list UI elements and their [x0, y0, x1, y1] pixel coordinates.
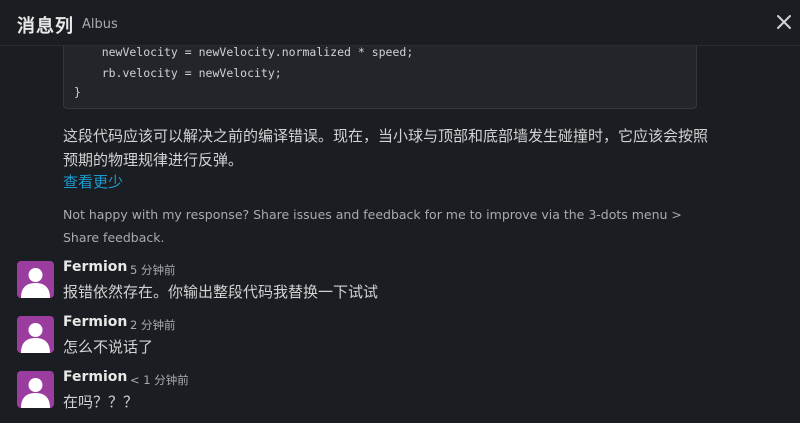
message-item: Fermion < 1 分钟前 在吗？？？ — [0, 369, 800, 423]
reply-text: 这段代码应该可以解决之前的编译错误。现在，当小球与顶部和底部墙发生碰撞时，它应该… — [63, 127, 709, 169]
message-item: Fermion 2 分钟前 怎么不说话了 — [0, 314, 800, 368]
message-thread-panel: newVelocity = newVelocity.normalized * s… — [0, 0, 800, 423]
close-button[interactable] — [774, 12, 794, 32]
user-avatar-icon — [21, 268, 50, 298]
message-author[interactable]: Fermion — [63, 314, 127, 330]
user-avatar-icon — [21, 323, 50, 353]
avatar[interactable] — [17, 316, 54, 353]
message-text: 怎么不说话了 — [63, 338, 154, 356]
message-author[interactable]: Fermion — [63, 369, 127, 385]
message-timestamp[interactable]: 5 分钟前 — [130, 262, 175, 278]
close-icon — [777, 15, 791, 29]
feedback-note: Not happy with my response? Share issues… — [63, 207, 682, 245]
message-author[interactable]: Fermion — [63, 259, 127, 275]
message-text: 在吗？？？ — [63, 393, 139, 411]
header-title: 消息列 — [17, 16, 74, 37]
message-timestamp[interactable]: < 1 分钟前 — [130, 372, 189, 388]
code-line: rb.velocity = newVelocity; — [74, 66, 282, 80]
message-text: 报错依然存在。你输出整段代码我替换一下试试 — [63, 283, 379, 301]
header-subtitle: Albus — [82, 17, 118, 32]
code-block: newVelocity = newVelocity.normalized * s… — [63, 36, 697, 109]
user-avatar-icon — [21, 378, 50, 408]
avatar[interactable] — [17, 371, 54, 408]
message-timestamp[interactable]: 2 分钟前 — [130, 317, 175, 333]
thread-header: 消息列 Albus — [0, 0, 800, 46]
see-less-link[interactable]: 查看更少 — [63, 171, 123, 192]
avatar[interactable] — [17, 261, 54, 298]
code-line: } — [74, 85, 81, 99]
message-item: Fermion 5 分钟前 报错依然存在。你输出整段代码我替换一下试试 — [0, 259, 800, 313]
